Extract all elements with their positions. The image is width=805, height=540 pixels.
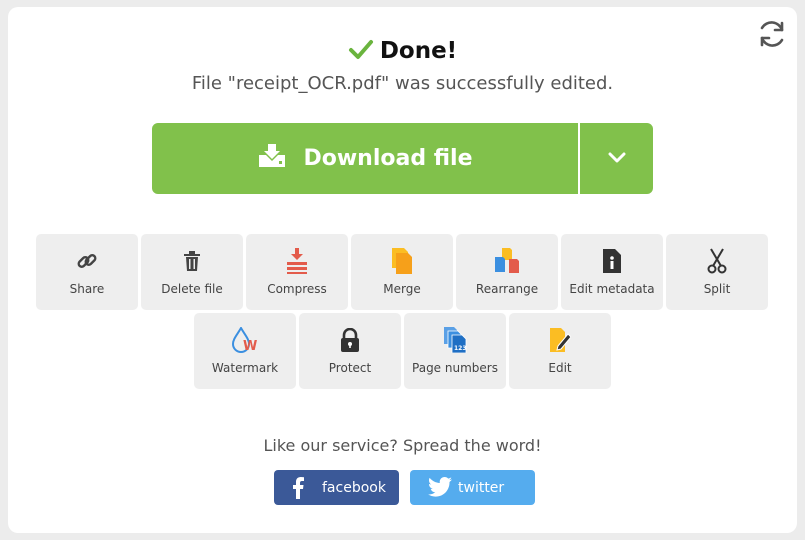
merge-icon bbox=[351, 246, 453, 276]
rearrange-tool-button[interactable]: Rearrange bbox=[456, 234, 558, 310]
tool-label: Split bbox=[703, 282, 731, 296]
status-message: File "receipt_OCR.pdf" was successfully … bbox=[191, 73, 614, 94]
page-numbers-icon: 123 bbox=[404, 325, 506, 355]
protect-tool-button[interactable]: Protect bbox=[299, 313, 401, 389]
twitter-icon bbox=[428, 477, 452, 501]
download-options-button[interactable] bbox=[580, 123, 653, 194]
merge-tool-button[interactable]: Merge bbox=[351, 234, 453, 310]
download-file-button[interactable]: Download file bbox=[152, 123, 578, 194]
tool-label: Page numbers bbox=[412, 361, 498, 375]
page-numbers-button[interactable]: 123 Page numbers bbox=[404, 313, 506, 389]
tool-label: Protect bbox=[328, 361, 372, 375]
edit-tool-button[interactable]: Edit bbox=[509, 313, 611, 389]
download-icon bbox=[257, 143, 303, 175]
tool-label: Delete file bbox=[161, 282, 223, 296]
share-prompt: Like our service? Spread the word! bbox=[263, 436, 542, 455]
edit-metadata-button[interactable]: Edit metadata bbox=[561, 234, 663, 310]
tool-label: Rearrange bbox=[475, 282, 539, 296]
watermark-icon: W bbox=[194, 325, 296, 355]
tool-label: Compress bbox=[267, 282, 327, 296]
tool-label: Watermark bbox=[211, 361, 279, 375]
status-title: Done! bbox=[379, 38, 458, 64]
compress-tool-button[interactable]: Compress bbox=[246, 234, 348, 310]
chevron-down-icon bbox=[607, 149, 627, 168]
rearrange-icon bbox=[456, 246, 558, 276]
link-icon bbox=[36, 246, 138, 276]
svg-text:123: 123 bbox=[454, 345, 467, 352]
checkmark-icon bbox=[348, 38, 380, 64]
twitter-share-button[interactable]: twitter bbox=[410, 470, 535, 505]
lock-icon bbox=[299, 325, 401, 355]
delete-file-button[interactable]: Delete file bbox=[141, 234, 243, 310]
tool-label: Edit bbox=[548, 361, 572, 375]
share-tool-button[interactable]: Share bbox=[36, 234, 138, 310]
facebook-share-button[interactable]: facebook bbox=[274, 470, 399, 505]
watermark-tool-button[interactable]: W Watermark bbox=[194, 313, 296, 389]
tool-label: Edit metadata bbox=[569, 282, 655, 296]
info-document-icon bbox=[561, 246, 663, 276]
tool-label: Merge bbox=[383, 282, 421, 296]
compress-icon bbox=[246, 246, 348, 276]
download-label: Download file bbox=[303, 146, 473, 171]
facebook-label: facebook bbox=[322, 480, 386, 496]
tool-label: Share bbox=[69, 282, 105, 296]
status-heading: Done! bbox=[0, 38, 805, 64]
facebook-icon bbox=[292, 477, 304, 503]
edit-icon bbox=[509, 325, 611, 355]
split-tool-button[interactable]: Split bbox=[666, 234, 768, 310]
twitter-label: twitter bbox=[458, 480, 505, 496]
trash-icon bbox=[141, 246, 243, 276]
scissors-icon bbox=[666, 246, 768, 276]
svg-text:W: W bbox=[243, 339, 257, 353]
